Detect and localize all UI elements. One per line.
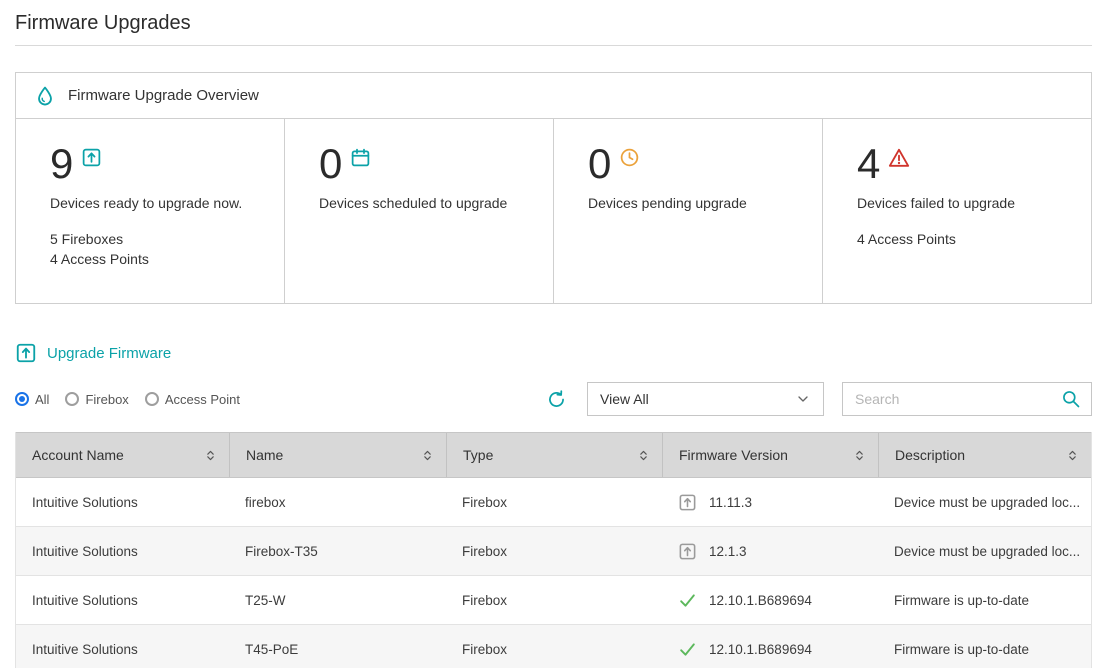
cell-name: T25-W	[229, 576, 446, 624]
column-header-type[interactable]: Type	[446, 433, 662, 477]
radio-firebox[interactable]: Firebox	[65, 392, 128, 407]
stat-scheduled: 0 Devices scheduled to upgrade	[284, 119, 553, 303]
radio-firebox-label: Firebox	[85, 392, 128, 407]
upgrade-firmware-label: Upgrade Firmware	[47, 345, 171, 362]
check-icon	[678, 591, 697, 610]
column-header-account-name[interactable]: Account Name	[16, 433, 229, 477]
cell-name: T45-PoE	[229, 625, 446, 668]
sort-icon	[421, 449, 434, 462]
firmware-version-text: 12.10.1.B689694	[709, 642, 812, 657]
radio-circle	[65, 392, 79, 406]
radio-circle	[145, 392, 159, 406]
stat-label: Devices failed to upgrade	[857, 195, 1071, 211]
cell-type: Firebox	[446, 625, 662, 668]
cell-description: Device must be upgraded loc...	[878, 478, 1091, 526]
cell-description: Firmware is up-to-date	[878, 625, 1091, 668]
stat-detail-line: 4 Access Points	[50, 249, 264, 269]
refresh-button[interactable]	[543, 386, 569, 412]
stat-pending: 0 Devices pending upgrade	[553, 119, 822, 303]
view-filter-dropdown[interactable]: View All	[587, 382, 824, 416]
cell-name: Firebox-T35	[229, 527, 446, 575]
stat-detail-line: 5 Fireboxes	[50, 229, 264, 249]
warning-icon	[888, 147, 910, 169]
device-filter-radio-group: All Firebox Access Point	[15, 392, 240, 407]
stat-value: 4	[857, 143, 880, 185]
cell-account-name: Intuitive Solutions	[16, 576, 229, 624]
stat-value: 0	[319, 143, 342, 185]
page-title: Firmware Upgrades	[15, 12, 1092, 35]
upload-icon	[81, 147, 102, 168]
table-row[interactable]: Intuitive Solutions Firebox-T35 Firebox …	[16, 527, 1091, 576]
cell-firmware-version: 12.10.1.B689694	[662, 576, 878, 624]
stat-label: Devices pending upgrade	[588, 195, 802, 211]
stat-failed: 4 Devices failed to upgrade 4 Access Poi…	[822, 119, 1091, 303]
stat-value: 0	[588, 143, 611, 185]
cell-type: Firebox	[446, 576, 662, 624]
sort-icon	[1066, 449, 1079, 462]
sort-icon	[204, 449, 217, 462]
cell-firmware-version: 12.1.3	[662, 527, 878, 575]
chevron-down-icon	[795, 391, 811, 407]
radio-all[interactable]: All	[15, 392, 49, 407]
clock-icon	[619, 147, 640, 168]
sort-icon	[853, 449, 866, 462]
cell-firmware-version: 12.10.1.B689694	[662, 625, 878, 668]
radio-circle	[15, 392, 29, 406]
stat-label: Devices scheduled to upgrade	[319, 195, 533, 211]
upload-icon	[678, 542, 697, 561]
table-row[interactable]: Intuitive Solutions T25-W Firebox 12.10.…	[16, 576, 1091, 625]
sort-icon	[637, 449, 650, 462]
table-header-row: Account Name Name Type Firmware Version	[16, 432, 1091, 478]
page-header: Firmware Upgrades	[15, 0, 1092, 46]
stat-details: 5 Fireboxes 4 Access Points	[50, 229, 264, 270]
upgrade-firmware-button[interactable]: Upgrade Firmware	[15, 342, 171, 364]
table-row[interactable]: Intuitive Solutions T45-PoE Firebox 12.1…	[16, 625, 1091, 668]
firmware-version-text: 11.11.3	[709, 495, 752, 510]
cell-description: Firmware is up-to-date	[878, 576, 1091, 624]
stat-ready-to-upgrade: 9 Devices ready to upgrade now. 5 Firebo…	[16, 119, 284, 303]
search-icon[interactable]	[1061, 389, 1081, 409]
firmware-overview-card: Firmware Upgrade Overview 9 Devices read…	[15, 72, 1092, 304]
cell-description: Device must be upgraded loc...	[878, 527, 1091, 575]
cell-account-name: Intuitive Solutions	[16, 527, 229, 575]
drop-icon	[34, 85, 56, 107]
overview-stats: 9 Devices ready to upgrade now. 5 Firebo…	[16, 119, 1091, 303]
upload-icon	[678, 493, 697, 512]
column-header-name[interactable]: Name	[229, 433, 446, 477]
check-icon	[678, 640, 697, 659]
stat-label: Devices ready to upgrade now.	[50, 195, 264, 211]
view-filter-dropdown-value: View All	[600, 391, 649, 407]
cell-type: Firebox	[446, 478, 662, 526]
radio-access-point[interactable]: Access Point	[145, 392, 240, 407]
cell-type: Firebox	[446, 527, 662, 575]
cell-name: firebox	[229, 478, 446, 526]
overview-title: Firmware Upgrade Overview	[68, 87, 259, 104]
search-box	[842, 382, 1092, 416]
overview-card-header: Firmware Upgrade Overview	[16, 73, 1091, 119]
stat-value: 9	[50, 143, 73, 185]
radio-access-point-label: Access Point	[165, 392, 240, 407]
stat-detail-line: 4 Access Points	[857, 229, 1071, 249]
calendar-icon	[350, 147, 371, 168]
cell-account-name: Intuitive Solutions	[16, 625, 229, 668]
refresh-icon	[546, 389, 567, 410]
cell-firmware-version: 11.11.3	[662, 478, 878, 526]
stat-details: 4 Access Points	[857, 229, 1071, 249]
firmware-version-text: 12.1.3	[709, 544, 747, 559]
firmware-version-text: 12.10.1.B689694	[709, 593, 812, 608]
upload-icon	[15, 342, 37, 364]
firmware-upgrades-page: Firmware Upgrades Firmware Upgrade Overv…	[0, 0, 1107, 668]
table-row[interactable]: Intuitive Solutions firebox Firebox 11.1…	[16, 478, 1091, 527]
devices-table: Account Name Name Type Firmware Version	[15, 432, 1092, 668]
cell-account-name: Intuitive Solutions	[16, 478, 229, 526]
column-header-description[interactable]: Description	[878, 433, 1091, 477]
column-header-firmware-version[interactable]: Firmware Version	[662, 433, 878, 477]
search-input[interactable]	[855, 391, 1061, 407]
radio-all-label: All	[35, 392, 49, 407]
